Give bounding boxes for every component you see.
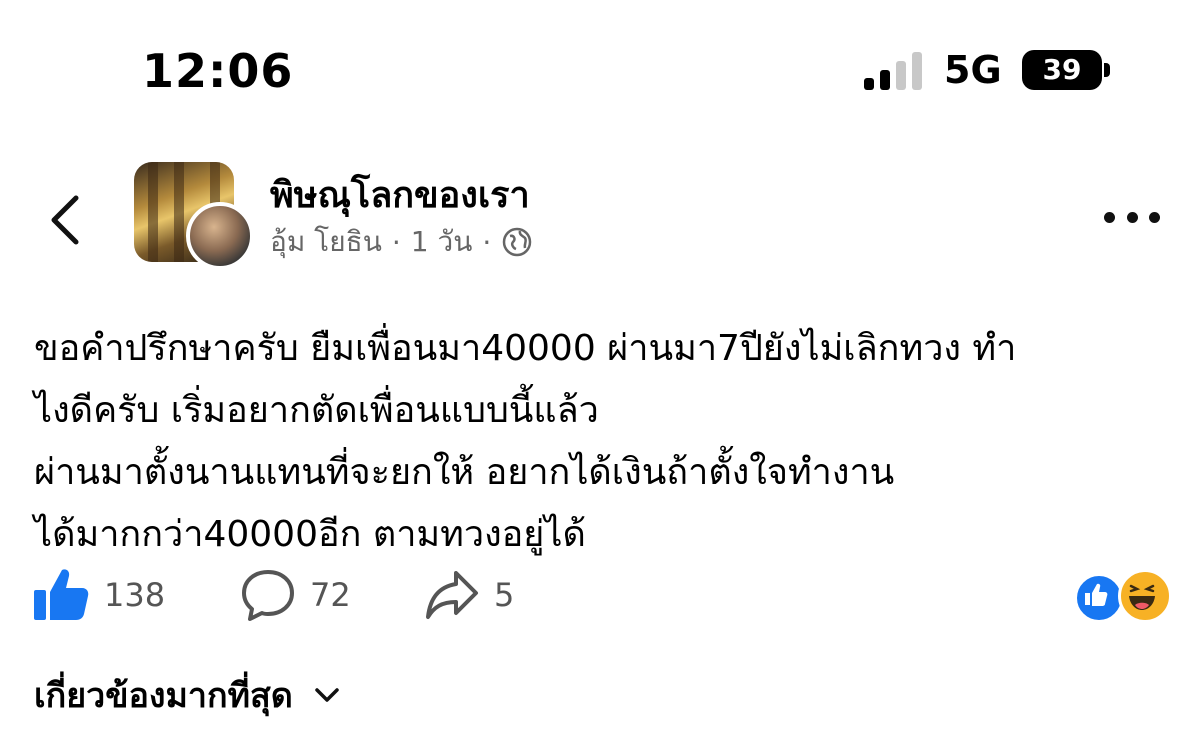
status-time: 12:06 (142, 44, 294, 98)
network-type: 5G (944, 48, 1002, 92)
post-line: ผ่านมาตั้งนานแทนที่จะยกให้ อยากได้เงินถ้… (34, 452, 895, 493)
status-bar: 12:06 5G 39 (0, 0, 1200, 140)
meta-separator: · (391, 225, 401, 259)
reaction-summary[interactable] (1074, 569, 1172, 623)
battery-tip (1104, 63, 1110, 77)
share-arrow-icon (426, 571, 478, 619)
author-name[interactable]: อุ้ม โยธิน (270, 220, 382, 264)
meta-separator-2: · (482, 225, 492, 259)
comment-sort-label: เกี่ยวข้องมากที่สุด (34, 676, 293, 716)
more-dots-icon[interactable] (1104, 212, 1160, 228)
chevron-down-icon (315, 688, 339, 702)
post-header: พิษณุโลกของเรา อุ้ม โยธิน · 1 วัน · (0, 150, 1200, 280)
post-line: ได้มากกว่า40000อีก ตามทวงอยู่ได้ (34, 514, 586, 555)
user-avatar[interactable] (186, 202, 254, 270)
haha-reaction-icon (1118, 569, 1172, 623)
comment-sort-dropdown[interactable]: เกี่ยวข้องมากที่สุด (34, 668, 341, 722)
group-name[interactable]: พิษณุโลกของเรา (270, 166, 530, 223)
comment-count: 72 (310, 576, 351, 614)
like-reaction-icon (1074, 573, 1124, 623)
post-meta: อุ้ม โยธิน · 1 วัน · (270, 220, 533, 264)
post-text: ขอคำปรึกษาครับ ยืมเพื่อนมา40000 ผ่านมา7ป… (34, 318, 1174, 566)
comment-button[interactable]: 72 (240, 565, 351, 625)
thumbs-up-icon (34, 569, 89, 620)
share-count: 5 (494, 576, 515, 614)
post-actions: 138 72 5 (0, 565, 1200, 635)
globe-icon (503, 227, 532, 257)
battery-indicator: 39 (1022, 50, 1112, 90)
signal-strength-icon (864, 52, 922, 90)
share-button[interactable]: 5 (424, 565, 514, 625)
comment-bubble-icon (242, 570, 294, 621)
chevron-left-icon[interactable] (36, 190, 96, 250)
group-avatar[interactable] (134, 162, 258, 270)
like-count: 138 (104, 576, 166, 614)
like-button[interactable]: 138 (32, 565, 165, 625)
battery-level: 39 (1022, 50, 1102, 90)
post-line: ไงดีครับ เริ่มอยากตัดเพื่อนแบบนี้แล้ว (34, 390, 599, 431)
post-time[interactable]: 1 วัน (411, 220, 473, 264)
post-line: ขอคำปรึกษาครับ ยืมเพื่อนมา40000 ผ่านมา7ป… (34, 328, 1017, 369)
